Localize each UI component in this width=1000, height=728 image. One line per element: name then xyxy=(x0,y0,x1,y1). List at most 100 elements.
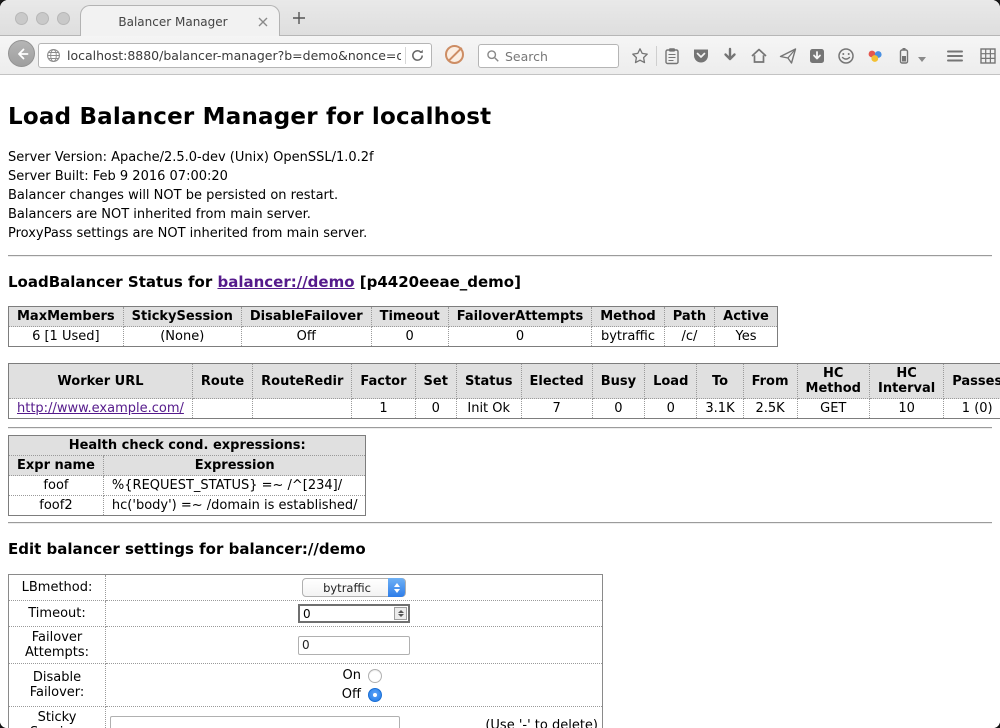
worker-header-row: Worker URL Route RouteRedir Factor Set S… xyxy=(9,364,1000,399)
balancer-data-row: 6 [1 Used] (None) Off 0 0 bytraffic /c/ … xyxy=(9,327,778,347)
timeout-input[interactable]: 0 xyxy=(298,604,410,623)
disable-failover-off-radio[interactable] xyxy=(368,688,382,702)
cell-load: 0 xyxy=(645,399,697,419)
worker-url-link[interactable]: http://www.example.com/ xyxy=(17,401,184,416)
disable-failover-on-radio[interactable] xyxy=(368,669,382,683)
health-title-row: Health check cond. expressions: xyxy=(9,436,366,456)
cell-failoverattempts: 0 xyxy=(448,327,592,347)
menu-icon[interactable] xyxy=(946,47,964,65)
cell-expr-name: foof2 xyxy=(9,496,104,516)
home-icon[interactable] xyxy=(750,47,768,65)
note-proxypass: ProxyPass settings are NOT inherited fro… xyxy=(8,224,992,243)
window-zoom-button[interactable] xyxy=(57,12,70,25)
select-stepper-icon xyxy=(388,578,405,597)
nav-toolbar: localhost:8880/balancer-manager?b=demo&n… xyxy=(0,36,1000,75)
smiley-icon[interactable] xyxy=(837,47,855,65)
timeout-value: 0 xyxy=(300,607,311,621)
search-bar[interactable] xyxy=(478,44,619,68)
colors-icon[interactable] xyxy=(866,47,884,65)
failover-attempts-label: Failover Attempts: xyxy=(9,627,106,664)
col-passes: Passes xyxy=(944,364,1000,399)
col-hc-interval: HC Interval xyxy=(869,364,943,399)
number-spinner-icon[interactable] xyxy=(394,607,407,620)
col-busy: Busy xyxy=(592,364,644,399)
sticky-session-input[interactable] xyxy=(110,716,400,728)
lbmethod-select[interactable]: bytraffic xyxy=(302,578,406,597)
col-factor: Factor xyxy=(352,364,415,399)
health-row-foof: foof %{REQUEST_STATUS} =~ /^[234]/ xyxy=(9,476,366,496)
balancer-header-row: MaxMembers StickySession DisableFailover… xyxy=(9,307,778,327)
save-box-icon[interactable] xyxy=(808,47,826,65)
battery-icon[interactable] xyxy=(895,47,913,65)
cell-routeredir xyxy=(253,399,352,419)
pocket-icon[interactable] xyxy=(692,47,710,65)
disable-failover-row: Disable Failover: On Off xyxy=(9,664,603,707)
url-text[interactable]: localhost:8880/balancer-manager?b=demo&n… xyxy=(67,48,401,63)
back-button[interactable] xyxy=(8,40,35,67)
col-active: Active xyxy=(715,307,778,327)
failover-attempts-input[interactable] xyxy=(298,636,410,655)
tab-title: Balancer Manager xyxy=(118,15,227,29)
cell-route xyxy=(192,399,252,419)
url-divider xyxy=(405,47,406,64)
cell-expression: %{REQUEST_STATUS} =~ /^[234]/ xyxy=(103,476,366,496)
cell-factor: 1 xyxy=(352,399,415,419)
note-persist: Balancer changes will NOT be persisted o… xyxy=(8,186,992,205)
col-elected: Elected xyxy=(521,364,592,399)
cell-set: 0 xyxy=(415,399,456,419)
dropdown-caret-icon[interactable] xyxy=(918,57,926,62)
sticky-session-label: Sticky Session: xyxy=(9,707,106,728)
divider xyxy=(8,255,992,257)
cell-to: 3.1K xyxy=(697,399,743,419)
health-table-title: Health check cond. expressions: xyxy=(9,436,366,456)
server-info: Server Version: Apache/2.5.0-dev (Unix) … xyxy=(8,148,992,243)
col-route: Route xyxy=(192,364,252,399)
col-routeredir: RouteRedir xyxy=(253,364,352,399)
status-heading: LoadBalancer Status for balancer://demo … xyxy=(8,273,992,291)
window-minimize-button[interactable] xyxy=(36,12,49,25)
url-bar[interactable]: localhost:8880/balancer-manager?b=demo&n… xyxy=(38,43,432,68)
note-inherit: Balancers are NOT inherited from main se… xyxy=(8,205,992,224)
cell-from: 2.5K xyxy=(743,399,797,419)
col-method: Method xyxy=(592,307,664,327)
window-close-button[interactable] xyxy=(15,12,28,25)
worker-table: Worker URL Route RouteRedir Factor Set S… xyxy=(8,363,1000,419)
cell-active: Yes xyxy=(715,327,778,347)
col-timeout: Timeout xyxy=(371,307,448,327)
cell-path: /c/ xyxy=(664,327,714,347)
page-title: Load Balancer Manager for localhost xyxy=(8,104,992,130)
col-hc-method: HC Method xyxy=(797,364,869,399)
col-from: From xyxy=(743,364,797,399)
col-load: Load xyxy=(645,364,697,399)
tab-balancer-manager[interactable]: Balancer Manager xyxy=(80,5,280,37)
star-icon[interactable] xyxy=(631,47,649,65)
col-worker-url: Worker URL xyxy=(9,364,193,399)
browser-window: Balancer Manager localhost:8880/balancer… xyxy=(0,0,1000,728)
status-heading-suffix: [p4420eeae_demo] xyxy=(355,273,521,291)
page-content: Load Balancer Manager for localhost Serv… xyxy=(0,76,1000,728)
balancer-link[interactable]: balancer://demo xyxy=(217,273,354,291)
block-icon[interactable] xyxy=(445,45,464,64)
lbmethod-row: LBmethod: bytraffic xyxy=(9,575,603,601)
sticky-session-row: Sticky Session: (Use '-' to delete) xyxy=(9,707,603,728)
cell-expr-name: foof xyxy=(9,476,104,496)
col-path: Path xyxy=(664,307,714,327)
sticky-session-note: (Use '-' to delete) xyxy=(485,718,598,728)
reload-icon[interactable] xyxy=(410,48,425,63)
failover-attempts-row: Failover Attempts: xyxy=(9,627,603,664)
cell-disablefailover: Off xyxy=(241,327,371,347)
new-tab-icon[interactable] xyxy=(292,11,306,25)
balancer-table: MaxMembers StickySession DisableFailover… xyxy=(8,306,778,347)
search-input[interactable] xyxy=(505,49,600,64)
cell-method: bytraffic xyxy=(592,327,664,347)
clipboard-icon[interactable] xyxy=(663,47,681,65)
cell-hc-interval: 10 xyxy=(869,399,943,419)
status-heading-prefix: LoadBalancer Status for xyxy=(8,273,217,291)
cell-stickysession: (None) xyxy=(123,327,241,347)
send-icon[interactable] xyxy=(779,47,797,65)
col-disablefailover: DisableFailover xyxy=(241,307,371,327)
edit-balancer-form: LBmethod: bytraffic Timeout: 0 xyxy=(8,574,603,728)
grid-icon[interactable] xyxy=(979,47,997,65)
close-icon[interactable] xyxy=(258,17,268,27)
download-icon[interactable] xyxy=(721,47,739,65)
